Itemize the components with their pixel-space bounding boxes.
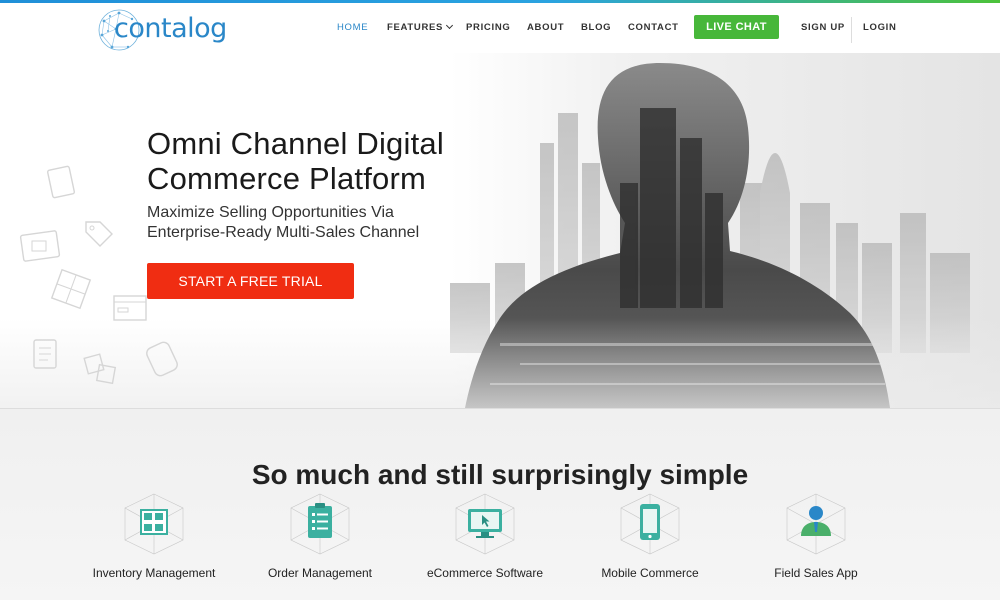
feature-icon-frame	[783, 492, 849, 556]
feature-ecommerce-software[interactable]: eCommerce Software	[405, 492, 565, 580]
nav-divider	[851, 17, 852, 43]
hero-title-line-1: Omni Channel Digital	[147, 126, 444, 161]
feature-icon-frame	[452, 492, 518, 556]
feature-inventory-management[interactable]: Inventory Management	[74, 492, 234, 580]
chevron-down-icon	[446, 21, 454, 30]
feature-icon-frame	[287, 492, 353, 556]
start-free-trial-button[interactable]: START A FREE TRIAL	[147, 263, 354, 299]
price-tag-icon	[85, 221, 113, 247]
document-icon	[47, 165, 75, 199]
nav-features-label: FEATURES	[387, 22, 444, 33]
package-box-icon	[113, 295, 147, 321]
nav-blog[interactable]: BLOG	[581, 22, 611, 33]
warehouse-shelf-icon	[124, 493, 184, 555]
hero-title-line-2: Commerce Platform	[147, 161, 427, 196]
monitor-cursor-icon	[455, 493, 515, 555]
nav-about[interactable]: ABOUT	[527, 22, 564, 33]
feature-field-sales-app[interactable]: Field Sales App	[736, 492, 896, 580]
wallet-icon	[19, 230, 61, 262]
nav-login[interactable]: LOGIN	[863, 22, 897, 33]
feature-icon-frame	[617, 492, 683, 556]
hero-subtitle: Maximize Selling Opportunities Via Enter…	[147, 203, 419, 243]
nav-contact[interactable]: CONTACT	[628, 22, 679, 33]
live-chat-button[interactable]: LIVE CHAT	[694, 15, 779, 39]
feature-label: Mobile Commerce	[601, 566, 699, 580]
site-header: contalog HOME FEATURES PRICING ABOUT BLO…	[0, 3, 1000, 53]
boxes-icon	[83, 353, 117, 385]
feature-label: eCommerce Software	[426, 566, 544, 580]
feature-order-management[interactable]: Order Management	[240, 492, 400, 580]
hero-subtitle-line-2: Enterprise-Ready Multi-Sales Channel	[147, 224, 420, 241]
features-title: So much and still surprisingly simple	[251, 459, 749, 490]
main-nav: HOME FEATURES PRICING ABOUT BLOG CONTACT…	[0, 3, 1000, 53]
salesperson-icon	[786, 493, 846, 555]
feature-label: Inventory Management	[92, 566, 216, 580]
notebook-icon	[146, 341, 178, 377]
feature-label: Order Management	[267, 566, 373, 580]
nav-sign-up[interactable]: SIGN UP	[801, 22, 845, 33]
smartphone-icon	[620, 493, 680, 555]
hero-title: Omni Channel Digital Commerce Platform	[147, 126, 444, 196]
features-section: So much and still surprisingly simple In…	[0, 408, 1000, 600]
nav-home[interactable]: HOME	[337, 22, 368, 33]
hero-subtitle-line-1: Maximize Selling Opportunities Via	[147, 204, 394, 221]
feature-icon-frame	[121, 492, 187, 556]
feature-label: Field Sales App	[774, 566, 858, 580]
warehouse-grid-icon	[50, 268, 92, 310]
hero-section: Omni Channel Digital Commerce Platform M…	[0, 53, 1000, 408]
nav-features[interactable]: FEATURES	[387, 21, 454, 33]
clipboard-list-icon	[290, 493, 350, 555]
checklist-icon	[33, 339, 57, 369]
feature-mobile-commerce[interactable]: Mobile Commerce	[570, 492, 730, 580]
nav-pricing[interactable]: PRICING	[466, 22, 511, 33]
